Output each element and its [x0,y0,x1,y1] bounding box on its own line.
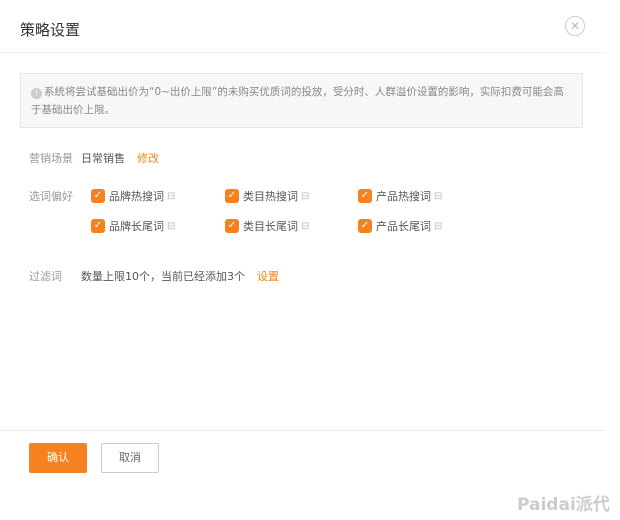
scene-label: 营销场景 [29,152,73,165]
chart-icon[interactable]: ⊟ [167,191,175,202]
preference-label: 选词偏好 [29,190,73,203]
scene-row: 营销场景 日常销售 修改 [29,150,159,166]
checkbox-checked-icon[interactable]: ✓ [91,219,105,233]
checkbox-checked-icon[interactable]: ✓ [225,219,239,233]
chart-icon[interactable]: ⊟ [434,191,442,202]
preference-row: 选词偏好 [29,188,81,204]
filter-settings-link[interactable]: 设置 [257,268,279,284]
checkbox-option[interactable]: ✓ 类目热搜词 ⊟ [225,188,309,204]
option-label: 品牌长尾词 [109,220,164,233]
close-icon[interactable]: ✕ [565,16,585,36]
checkbox-checked-icon[interactable]: ✓ [91,189,105,203]
info-icon: ! [31,88,42,99]
scene-value: 日常销售 [81,152,125,165]
filter-value: 数量上限10个，当前已经添加3个 [81,270,245,283]
chart-icon[interactable]: ⊟ [167,221,175,232]
checkbox-option[interactable]: ✓ 产品长尾词 ⊟ [358,218,442,234]
checkbox-option[interactable]: ✓ 品牌热搜词 ⊟ [91,188,175,204]
footer-divider [0,430,605,431]
checkbox-checked-icon[interactable]: ✓ [358,189,372,203]
chart-icon[interactable]: ⊟ [301,221,309,232]
option-label: 产品热搜词 [376,190,431,203]
chart-icon[interactable]: ⊟ [434,221,442,232]
option-label: 产品长尾词 [376,220,431,233]
option-label: 品牌热搜词 [109,190,164,203]
dialog-title: 策略设置 [20,21,81,39]
option-label: 类目热搜词 [243,190,298,203]
checkbox-checked-icon[interactable]: ✓ [358,219,372,233]
checkbox-option[interactable]: ✓ 产品热搜词 ⊟ [358,188,442,204]
notice-text: 系统将尝试基础出价为“0~出价上限”的未购买优质词的投放，受分时、人群溢价设置的… [31,86,564,116]
option-label: 类目长尾词 [243,220,298,233]
header-divider [0,52,605,53]
checkbox-option[interactable]: ✓ 品牌长尾词 ⊟ [91,218,175,234]
notice-box: ! 系统将尝试基础出价为“0~出价上限”的未购买优质词的投放，受分时、人群溢价设置… [20,73,583,128]
confirm-button[interactable]: 确认 [29,443,87,473]
filter-row: 过滤词 数量上限10个，当前已经添加3个 设置 [29,268,279,284]
chart-icon[interactable]: ⊟ [301,191,309,202]
cancel-button[interactable]: 取消 [101,443,159,473]
watermark-logo: Paidai派代 [517,495,610,515]
modify-scene-link[interactable]: 修改 [137,150,159,166]
filter-label: 过滤词 [29,270,62,283]
checkbox-checked-icon[interactable]: ✓ [225,189,239,203]
checkbox-option[interactable]: ✓ 类目长尾词 ⊟ [225,218,309,234]
